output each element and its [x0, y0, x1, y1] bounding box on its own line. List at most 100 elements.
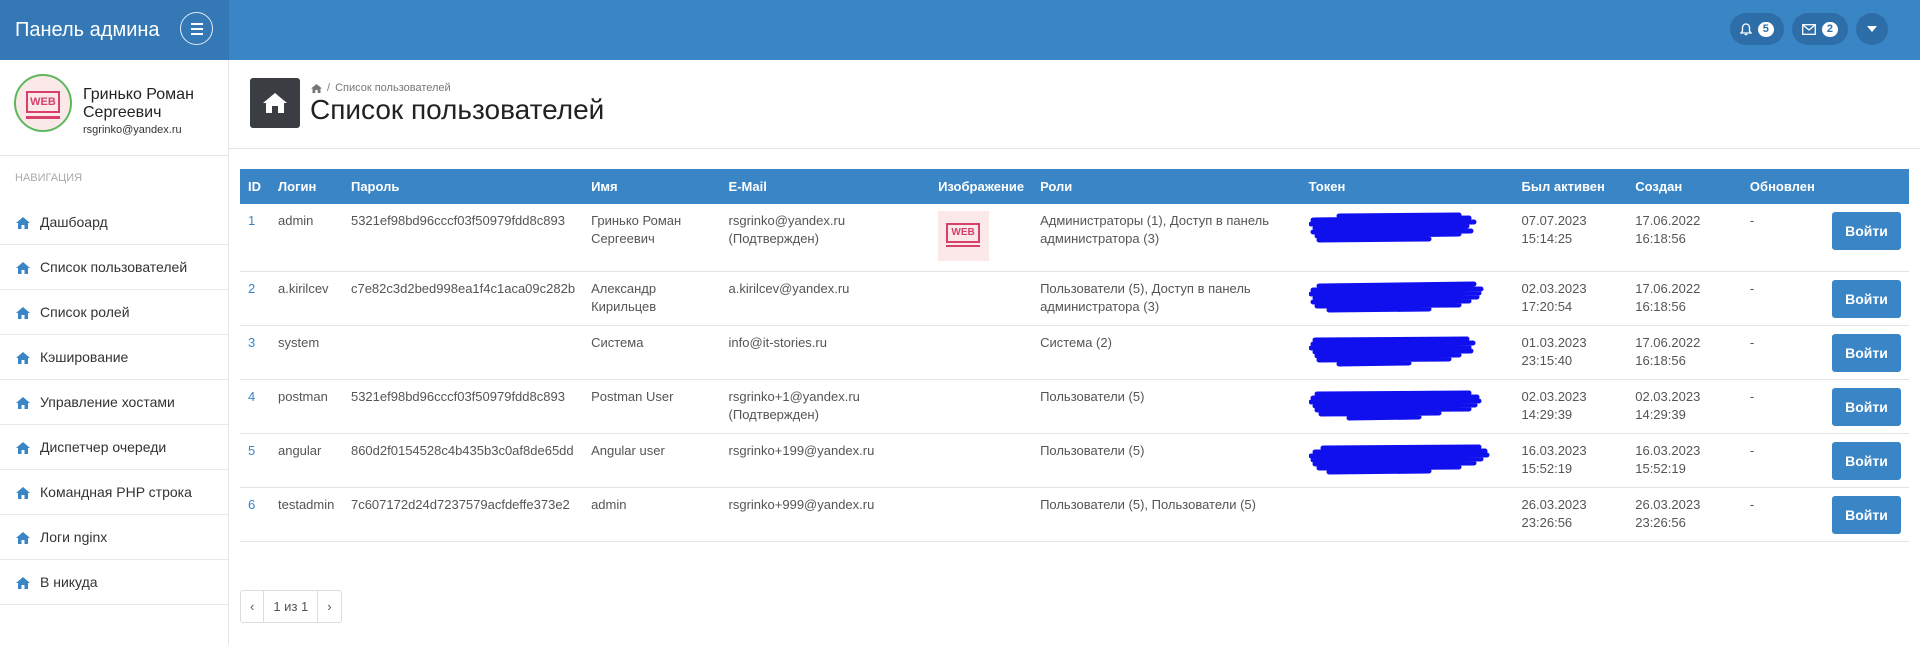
sidebar-toggle-button[interactable]: [180, 12, 213, 45]
table-row: 4 postman 5321ef98bd96cccf03f50979fdd8c8…: [240, 379, 1909, 434]
cell-token: [1300, 379, 1514, 434]
cell-id[interactable]: 6: [240, 487, 270, 542]
login-as-button[interactable]: Войти: [1832, 333, 1901, 372]
column-header-email[interactable]: E-Mail: [721, 169, 931, 204]
cell-image: [930, 271, 1033, 326]
cell-token: [1300, 433, 1514, 488]
cell-email: rsgrinko+999@yandex.ru: [720, 487, 931, 542]
cell-created: 16.03.2023 15:52:19: [1627, 433, 1742, 488]
home-icon: [16, 531, 30, 544]
home-icon: [16, 261, 30, 274]
cell-image: [930, 325, 1033, 380]
cell-token: [1300, 271, 1514, 326]
page-title: Список пользователей: [310, 94, 605, 125]
home-icon: [16, 396, 30, 409]
breadcrumb-current: Список пользователей: [335, 82, 451, 94]
messages-count-badge: 2: [1821, 21, 1838, 37]
sidebar-item-hosts[interactable]: Управление хостами: [0, 380, 228, 425]
login-as-button[interactable]: Войти: [1832, 387, 1901, 426]
cell-image: [930, 433, 1033, 488]
cell-id[interactable]: 2: [240, 271, 270, 326]
cell-image: [930, 379, 1033, 434]
home-icon: [16, 576, 30, 589]
login-as-button[interactable]: Войти: [1832, 495, 1901, 534]
cell-updated: -: [1741, 433, 1824, 488]
cell-password: 7c607172d24d7237579acfdeffe373e2: [342, 487, 584, 542]
avatar[interactable]: WEB: [14, 74, 72, 132]
sidebar-item-dashboard[interactable]: Дашбоард: [0, 200, 228, 245]
avatar-logo-text: WEB: [26, 91, 60, 113]
cell-action: Войти: [1824, 487, 1909, 542]
sidebar-item-queue[interactable]: Диспетчер очереди: [0, 425, 228, 470]
cell-last-active: 07.07.2023 15:14:25: [1513, 204, 1628, 272]
column-header-roles[interactable]: Роли: [1032, 169, 1301, 204]
sidebar-item-nginx-logs[interactable]: Логи nginx: [0, 515, 228, 560]
column-header-token[interactable]: Токен: [1301, 169, 1514, 204]
cell-created: 17.06.2022 16:18:56: [1627, 204, 1742, 272]
column-header-name[interactable]: Имя: [583, 169, 720, 204]
cell-login: testadmin: [269, 487, 343, 542]
cell-created: 17.06.2022 16:18:56: [1627, 271, 1742, 326]
cell-updated: -: [1741, 204, 1824, 272]
cell-roles: Пользователи (5): [1032, 433, 1301, 488]
redacted-token-scribble: [1308, 336, 1476, 366]
brand-title[interactable]: Панель админа: [15, 19, 160, 42]
cell-password: 5321ef98bd96cccf03f50979fdd8c893: [342, 204, 584, 272]
cell-last-active: 01.03.2023 23:15:40: [1513, 325, 1628, 380]
caret-down-icon: [1867, 26, 1877, 32]
column-header-password[interactable]: Пароль: [343, 169, 583, 204]
cell-created: 02.03.2023 14:29:39: [1627, 379, 1742, 434]
brand-area: Панель админа: [0, 0, 229, 60]
column-header-id[interactable]: ID: [240, 169, 270, 204]
cell-last-active: 26.03.2023 23:26:56: [1513, 487, 1628, 542]
sidebar-item-roles[interactable]: Список ролей: [0, 290, 228, 335]
column-header-login[interactable]: Логин: [270, 169, 343, 204]
pagination-next-button[interactable]: ›: [317, 591, 340, 622]
redacted-token-scribble: [1308, 390, 1482, 420]
sidebar-item-nowhere[interactable]: В никуда: [0, 560, 228, 605]
cell-id[interactable]: 5: [240, 433, 270, 488]
cell-password: 860d2f0154528c4b435b3c0af8de65dd: [342, 433, 584, 488]
login-as-button[interactable]: Войти: [1832, 279, 1901, 318]
cell-last-active: 02.03.2023 17:20:54: [1513, 271, 1628, 326]
cell-email: a.kirilcev@yandex.ru: [720, 271, 931, 326]
users-table-container: ID Логин Пароль Имя E-Mail Изображение Р…: [240, 169, 1909, 542]
cell-password: [342, 325, 584, 380]
sidebar-item-php-console[interactable]: Командная PHP строка: [0, 470, 228, 515]
cell-email: rsgrinko+1@yandex.ru (Подтвержден): [720, 379, 931, 434]
cell-name: Александр Кирильцев: [583, 271, 721, 326]
cell-roles: Пользователи (5), Доступ в панель админи…: [1032, 271, 1301, 326]
cell-roles: Пользователи (5): [1032, 379, 1301, 434]
cell-id[interactable]: 4: [240, 379, 270, 434]
column-header-last-active[interactable]: Был активен: [1514, 169, 1628, 204]
cell-last-active: 16.03.2023 15:52:19: [1513, 433, 1628, 488]
column-header-image[interactable]: Изображение: [930, 169, 1032, 204]
sidebar-item-cache[interactable]: Кэширование: [0, 335, 228, 380]
profile-email: rsgrinko@yandex.ru: [83, 124, 182, 136]
cell-name: admin: [583, 487, 721, 542]
login-as-button[interactable]: Войти: [1832, 441, 1901, 480]
login-as-button[interactable]: Войти: [1832, 212, 1901, 250]
cell-id[interactable]: 1: [240, 204, 270, 272]
cell-action: Войти: [1824, 433, 1909, 488]
sidebar-item-label: Список пользователей: [40, 259, 188, 275]
column-header-created[interactable]: Создан: [1627, 169, 1742, 204]
notifications-button[interactable]: 5: [1729, 13, 1784, 45]
sidebar-item-label: В никуда: [40, 574, 98, 590]
cell-password: c7e82c3d2bed998ea1f4c1aca09c282b: [342, 271, 584, 326]
sidebar-item-label: Кэширование: [40, 349, 129, 365]
cell-image: [930, 487, 1033, 542]
user-image-thumbnail: WEB: [938, 211, 990, 261]
pagination: ‹ 1 из 1 ›: [240, 590, 342, 623]
table-row: 5 angular 860d2f0154528c4b435b3c0af8de65…: [240, 433, 1909, 488]
messages-button[interactable]: 2: [1791, 13, 1848, 45]
user-menu-dropdown[interactable]: [1856, 13, 1888, 45]
pagination-prev-button[interactable]: ‹: [241, 591, 263, 622]
cell-updated: -: [1741, 271, 1824, 326]
cell-id[interactable]: 3: [240, 325, 270, 380]
sidebar-item-users[interactable]: Список пользователей: [0, 245, 228, 290]
home-icon[interactable]: [311, 83, 322, 93]
home-icon: [16, 306, 30, 319]
column-header-updated[interactable]: Обновлен: [1742, 169, 1824, 204]
sidebar-item-label: Дашбоард: [40, 214, 108, 230]
